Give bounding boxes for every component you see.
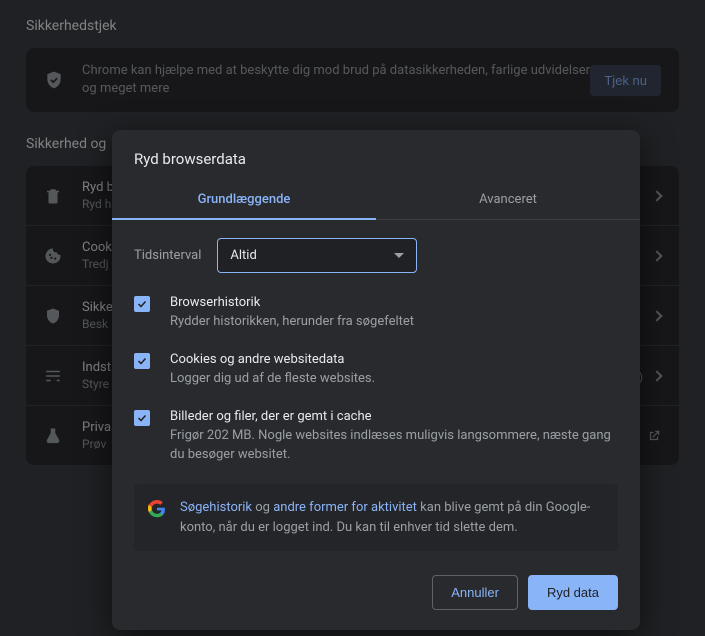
shield-check-icon bbox=[44, 70, 64, 90]
dialog-tabs: Grundlæggende Avanceret bbox=[112, 182, 640, 220]
option-title: Browserhistorik bbox=[170, 295, 618, 310]
time-range-select[interactable]: Altid bbox=[217, 238, 417, 273]
google-account-info: Søgehistorik og andre former for aktivit… bbox=[134, 484, 618, 551]
other-activity-link[interactable]: andre former for aktivitet bbox=[273, 500, 417, 515]
trash-icon bbox=[44, 187, 62, 205]
checkbox-cache[interactable] bbox=[134, 410, 150, 426]
chevron-right-icon bbox=[651, 190, 662, 201]
clear-data-button[interactable]: Ryd data bbox=[528, 575, 618, 610]
option-subtitle: Logger dig ud af de fleste websites. bbox=[170, 370, 618, 389]
chevron-right-icon bbox=[651, 250, 662, 261]
cookie-icon bbox=[44, 247, 62, 265]
option-subtitle: Frigør 202 MB. Nogle websites indlæses m… bbox=[170, 427, 618, 465]
chevron-down-icon bbox=[394, 253, 404, 258]
search-history-link[interactable]: Søgehistorik bbox=[180, 500, 252, 515]
chevron-right-icon bbox=[651, 310, 662, 321]
time-range-label: Tidsinterval bbox=[134, 248, 201, 263]
time-range-value: Altid bbox=[230, 248, 256, 263]
option-cookies[interactable]: Cookies og andre websitedata Logger dig … bbox=[134, 352, 618, 389]
google-logo-icon bbox=[148, 500, 166, 522]
checkbox-browsing-history[interactable] bbox=[134, 296, 150, 312]
tab-basic[interactable]: Grundlæggende bbox=[112, 182, 376, 219]
cancel-button[interactable]: Annuller bbox=[432, 575, 518, 610]
tab-advanced[interactable]: Avanceret bbox=[376, 182, 640, 219]
clear-browsing-data-dialog: Ryd browserdata Grundlæggende Avanceret … bbox=[112, 130, 640, 630]
option-subtitle: Rydder historikken, herunder fra søgefel… bbox=[170, 313, 618, 332]
safety-check-card: Chrome kan hjælpe med at beskytte dig mo… bbox=[26, 48, 679, 112]
safety-check-text: Chrome kan hjælpe med at beskytte dig mo… bbox=[82, 62, 590, 98]
section-title-safety-check: Sikkerhedstjek bbox=[26, 18, 679, 34]
external-link-icon bbox=[647, 429, 661, 443]
check-now-button[interactable]: Tjek nu bbox=[590, 65, 661, 96]
info-text: Søgehistorik og andre former for aktivit… bbox=[180, 498, 604, 537]
option-browsing-history[interactable]: Browserhistorik Rydder historikken, heru… bbox=[134, 295, 618, 332]
option-cache[interactable]: Billeder og filer, der er gemt i cache F… bbox=[134, 409, 618, 465]
checkbox-cookies[interactable] bbox=[134, 353, 150, 369]
sliders-icon bbox=[44, 367, 62, 385]
shield-icon bbox=[44, 307, 62, 325]
option-title: Billeder og filer, der er gemt i cache bbox=[170, 409, 618, 424]
dialog-title: Ryd browserdata bbox=[112, 130, 640, 182]
flask-icon bbox=[44, 427, 62, 445]
chevron-right-icon bbox=[651, 370, 662, 381]
option-title: Cookies og andre websitedata bbox=[170, 352, 618, 367]
